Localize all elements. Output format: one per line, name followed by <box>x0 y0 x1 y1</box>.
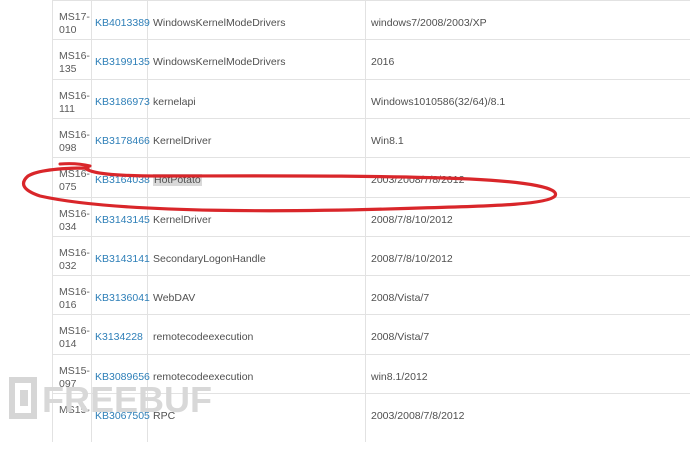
affected-systems: 2003/2008/7/8/2012 <box>371 410 465 422</box>
table-row: MS16- 032 KB3143141 SecondaryLogonHandle 20… <box>53 235 690 276</box>
description-text: kernelapi <box>153 95 196 108</box>
table-row: MS16- 016 KB3136041 WebDAV 2008/Vista/7 <box>53 275 690 315</box>
table-row: MS16- 111 KB3186973 kernelapi Windows101058… <box>53 78 690 119</box>
description-text: KernelDriver <box>153 213 212 226</box>
watermark-text: FREEBUF <box>42 379 212 420</box>
description-text: remotecodeexecution <box>153 331 254 344</box>
table-row: MS16- 034 KB3143145 KernelDriver 2008/7/8/1… <box>53 196 690 237</box>
table-row: MS16- 075 KB3164038 HotPotato 2003/2008/7/8… <box>53 157 690 197</box>
table-row: MS17- 010 KB4013389 WindowsKernelModeDrive… <box>53 0 690 40</box>
table-row: MS16- 135 KB3199135 WindowsKernelModeDrive… <box>53 39 690 79</box>
table-row: MS16- 098 KB3178466 KernelDriver Win8.1 <box>53 117 690 158</box>
description-text: WindowsKernelModeDrivers <box>153 17 286 29</box>
table-row: MS16- 014 K3134228 remotecodeexecution 2008… <box>53 314 690 354</box>
description-text: WebDAV <box>153 292 196 305</box>
description-text: HotPotato <box>153 174 202 187</box>
description-text: KernelDriver <box>153 134 212 147</box>
description-text: SecondaryLogonHandle <box>153 252 266 265</box>
freebuf-watermark-logo: FREEBUF <box>9 377 212 420</box>
description-text: WindowsKernelModeDrivers <box>153 56 286 69</box>
